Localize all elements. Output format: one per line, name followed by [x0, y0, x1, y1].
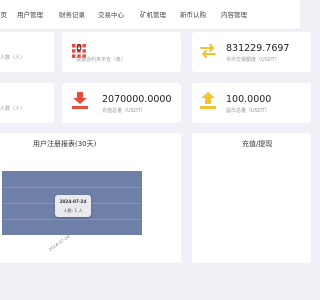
chart-tooltip: 2024-07-24 人数: 1 人: [55, 195, 91, 217]
nav-item-trading[interactable]: 交易中心: [98, 9, 124, 19]
nav-item-users[interactable]: 用户管理: [17, 9, 43, 19]
stat-caption: 人数（人）: [0, 106, 26, 112]
top-navigation: 首页 用户管理 财务记录 交易中心 矿机管理 新币认购 内容管理: [0, 0, 300, 30]
download-icon: [72, 92, 88, 110]
stat-card-withdrawals: 100.0000 提币总量（USDT）: [192, 83, 311, 123]
stat-card-spot-volume: 831229.7697 币币交易额度（USDT）: [192, 32, 311, 72]
panel-title: 用户注册报表(30天): [33, 140, 97, 148]
stat-caption: 快速合约未平仓（条）: [76, 57, 127, 63]
nav-item-home[interactable]: 首页: [0, 9, 7, 19]
nav-item-subscription[interactable]: 新币认购: [180, 9, 206, 19]
stat-caption: 充值总量（USDT）: [102, 108, 146, 114]
nav-item-finance[interactable]: 财务记录: [59, 9, 85, 19]
stat-card-users-b: 人数（人）: [0, 83, 54, 123]
stat-card-open-contracts: 0 快速合约未平仓（条）: [62, 32, 181, 72]
tooltip-value: 人数: 1 人: [63, 208, 83, 213]
stat-card-deposits: 2070000.0000 充值总量（USDT）: [62, 83, 181, 123]
stat-caption: 提币总量（USDT）: [226, 108, 270, 114]
stat-value: 100.0000: [226, 94, 272, 105]
registration-report-panel: 用户注册报表(30天) 2024-07-24 人数: 1 人 2024-07-2…: [0, 133, 181, 263]
stat-value: 831229.7697: [226, 43, 290, 54]
nav-item-content[interactable]: 内容管理: [221, 9, 247, 19]
stat-caption: 币币交易额度（USDT）: [226, 57, 280, 63]
deposit-withdraw-panel: 充值/提现: [192, 133, 311, 263]
stat-caption: 人数（人）: [0, 55, 26, 61]
upload-icon: [200, 92, 216, 110]
panel-title: 充值/提现: [242, 140, 273, 148]
nav-item-mining[interactable]: 矿机管理: [140, 9, 166, 19]
exchange-icon: [200, 43, 216, 58]
tooltip-date: 2024-07-24: [59, 199, 87, 204]
stat-card-users-a: 人数（人）: [0, 32, 54, 72]
stat-value: 2070000.0000: [102, 94, 172, 105]
x-axis-tick-label: 2024-07-24: [48, 234, 72, 254]
stat-value: 0: [76, 43, 83, 54]
